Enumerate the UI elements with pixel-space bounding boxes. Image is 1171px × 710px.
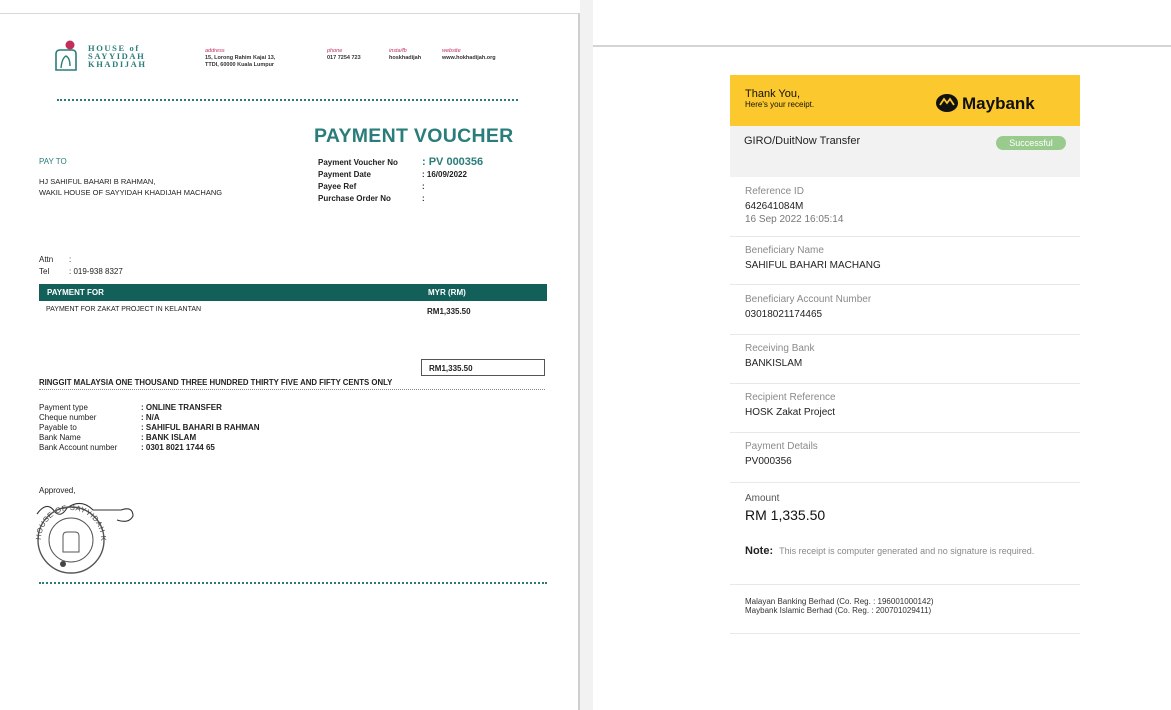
meta-voucher-no: Payment Voucher No: PV 000356 (318, 156, 484, 168)
approved-label: Approved, (39, 486, 76, 495)
recipient-reference-field: Recipient Reference HOSK Zakat Project (745, 392, 836, 418)
footer-divider (39, 582, 547, 584)
brand-name: HOUSE of SAYYIDAH KHADIJAH (88, 43, 147, 69)
payee-name: HJ SAHIFUL BAHARI B RAHMAN, WAKIL HOUSE … (39, 177, 223, 197)
field-divider (730, 584, 1080, 585)
status-badge: Successful (996, 136, 1066, 150)
header-divider (57, 99, 518, 101)
amount-field: Amount RM 1,335.50 (745, 493, 826, 523)
company-stamp: HOUSE OF SAYYIDAH KHADIJAH (33, 496, 134, 574)
receipt-note: Note: This receipt is computer generated … (745, 545, 1035, 557)
transfer-summary: GIRO/DuitNow Transfer Successful (730, 126, 1080, 177)
maybank-wordmark: Maybank (962, 94, 1035, 113)
receipt-header: Thank You, Here's your receipt. Maybank (730, 75, 1080, 126)
amount-in-words: RINGGIT MALAYSIA ONE THOUSAND THREE HUND… (39, 378, 393, 387)
thanks-text: Thank You, Here's your receipt. (745, 88, 815, 110)
field-divider (730, 432, 1080, 433)
bank-registration: Malayan Banking Berhad (Co. Reg. : 19600… (745, 597, 934, 615)
field-divider (730, 284, 1080, 285)
field-divider (730, 236, 1080, 237)
beneficiary-account-field: Beneficiary Account Number 0301802117446… (745, 294, 872, 320)
attn-block: Attn: Tel: 019-938 8327 (39, 255, 123, 276)
field-divider (730, 383, 1080, 384)
contact-phone: phone 017 7254 723 (327, 48, 361, 61)
field-divider (730, 334, 1080, 335)
logo-icon (55, 40, 77, 71)
voucher-title: PAYMENT VOUCHER (314, 125, 514, 147)
pay-to-label: PAY TO (39, 157, 67, 166)
payment-details-field: Payment Details PV000356 (745, 441, 818, 467)
contact-social: insta/fb hoskhadijah (389, 48, 422, 61)
payment-item-description: PAYMENT FOR ZAKAT PROJECT IN KELANTAN (46, 306, 202, 313)
contact-address: address 15, Lorong Rahim Kajai 13, TTDI,… (205, 48, 276, 68)
reference-id-field: Reference ID 642641084M 16 Sep 2022 16:0… (745, 186, 844, 225)
payment-details: Payment type: ONLINE TRANSFER Cheque num… (39, 403, 260, 452)
payment-item-amount: RM1,335.50 (427, 307, 471, 316)
maybank-logo-icon: Maybank (936, 94, 1035, 113)
field-divider (730, 482, 1080, 483)
meta-purchase-order: Purchase Order No: (318, 194, 425, 203)
page-gap (580, 0, 593, 710)
stamp-text: HOUSE OF SAYYIDAH KHADIJAH (33, 496, 108, 541)
meta-payment-date: Payment Date: 16/09/2022 (318, 170, 467, 179)
receiving-bank-field: Receiving Bank BANKISLAM (745, 343, 815, 369)
words-divider (39, 389, 545, 390)
total-amount-box: RM1,335.50 (421, 359, 545, 376)
transfer-type: GIRO/DuitNow Transfer (744, 135, 861, 147)
payment-table-header: PAYMENT FOR MYR (RM) (39, 284, 547, 301)
field-divider (730, 633, 1080, 634)
meta-payee-ref: Payee Ref: (318, 182, 425, 191)
beneficiary-name-field: Beneficiary Name SAHIFUL BAHARI MACHANG (745, 245, 881, 271)
contact-website: website www.hokhadijah.org (442, 48, 496, 61)
svg-text:HOUSE OF SAYYIDAH KHADIJAH: HOUSE OF SAYYIDAH KHADIJAH (33, 496, 108, 541)
